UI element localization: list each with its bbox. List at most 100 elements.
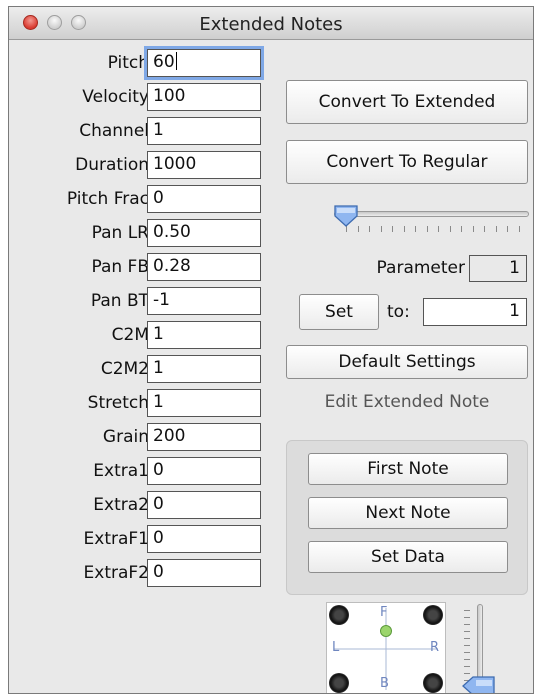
next-note-button[interactable]: Next Note [308,497,508,529]
param-field[interactable]: 100 [147,83,261,111]
slider-tick [392,226,393,232]
height-slider-tick [464,666,470,667]
height-slider-tick [464,652,470,653]
param-value: 100 [153,86,186,106]
param-value: 0 [153,562,164,582]
pad-label-back: B [380,676,389,691]
param-label: Extra2 [93,495,149,515]
param-value: 1 [153,358,164,378]
param-label: Pitch [107,53,149,73]
param-field[interactable]: 0 [147,559,261,587]
set-data-button[interactable]: Set Data [308,541,508,573]
parameter-value: 1 [469,255,527,282]
param-field[interactable]: 200 [147,423,261,451]
slider-tick [438,226,439,232]
param-field[interactable]: 0 [147,457,261,485]
param-field[interactable]: 1 [147,355,261,383]
param-field[interactable]: 0 [147,525,261,553]
param-field[interactable]: 1 [147,117,261,145]
pad-label-front: F [380,605,388,620]
param-value: 0.28 [153,256,191,276]
param-label: Extra1 [93,461,149,481]
param-value: 0 [153,494,164,514]
convert-to-extended-button[interactable]: Convert To Extended [286,80,528,124]
height-slider-tick [464,673,470,674]
param-label: Channel [79,121,149,141]
set-to-field[interactable]: 1 [423,298,527,326]
height-slider[interactable] [450,602,496,693]
slider-tick [495,226,497,232]
param-field[interactable]: 1 [147,389,261,417]
pan-position-marker[interactable] [380,624,392,637]
param-field[interactable]: 0 [147,185,261,213]
param-label: Grain [102,427,149,447]
parameter-slider[interactable] [334,202,529,240]
slider-tick [507,226,508,232]
slider-tick [449,226,451,232]
param-value: 1000 [153,154,197,174]
height-slider-tick [464,638,470,639]
param-label: ExtraF1 [83,529,149,549]
window-title: Extended Notes [199,14,343,35]
extended-notes-window: Extended Notes Pitch 60 Velocity 100 Channel… [8,6,534,694]
slider-tick [415,226,416,232]
slider-tick [380,226,382,232]
speaker-front-left-icon [329,605,349,625]
param-label: Velocity [82,87,149,107]
height-slider-tick [464,645,470,646]
convert-to-regular-button[interactable]: Convert To Regular [286,140,528,184]
param-label: Pan LR [91,223,149,243]
param-field[interactable]: 0.50 [147,219,261,247]
param-value: 0 [153,460,164,480]
param-field[interactable]: 1 [147,321,261,349]
slider-tick [518,226,520,232]
parameter-label: Parameter [376,258,465,278]
param-field[interactable]: 0 [147,491,261,519]
param-value: 0 [153,528,164,548]
param-label: Pitch Frac [66,189,149,209]
param-label: Pan FB [91,257,149,277]
param-label: C2M2 [100,359,149,379]
pad-label-right: R [430,640,440,655]
param-value: 1 [153,392,164,412]
slider-tick [461,226,462,232]
to-label: to: [387,302,410,322]
speaker-back-left-icon [329,673,349,693]
param-label: Pan BT [90,291,149,311]
set-button[interactable]: Set [299,294,379,330]
param-label: Stretch [87,393,149,413]
param-value: 1 [153,120,164,140]
param-field[interactable]: 1000 [147,151,261,179]
height-slider-tick [464,617,470,618]
title-bar: Extended Notes [9,7,533,40]
slider-tick [369,226,370,232]
param-label: Duration [75,155,149,175]
height-slider-tick [464,659,470,660]
slider-tick [472,226,474,232]
param-value: 60 [153,52,175,72]
param-value: 0.50 [153,222,191,242]
slider-tick [403,226,405,232]
param-value: 1 [153,324,164,344]
param-field[interactable]: 0.28 [147,253,261,281]
pad-label-left: L [332,640,340,655]
param-label: ExtraF2 [83,563,149,583]
param-value: 200 [153,426,186,446]
default-settings-button[interactable]: Default Settings [286,345,528,379]
first-note-button[interactable]: First Note [308,453,508,485]
edit-extended-note-group: First Note Next Note Set Data [286,440,528,595]
speaker-front-right-icon [423,605,443,625]
param-value: 0 [153,188,164,208]
slider-track [334,211,529,217]
param-field[interactable]: -1 [147,287,261,315]
slider-tick [426,226,428,232]
edit-group-title: Edit Extended Note [324,392,490,412]
param-label: C2M [111,325,149,345]
param-value: -1 [153,290,170,310]
content-area: Pitch 60 Velocity 100 Channel 1 Duration 1000 Pi… [9,40,533,693]
height-slider-tick [464,610,470,611]
param-field[interactable]: 60 [144,46,264,80]
pan-pad[interactable]: F B L R [326,602,446,693]
speaker-back-right-icon [423,673,443,693]
height-slider-tick [464,624,470,625]
